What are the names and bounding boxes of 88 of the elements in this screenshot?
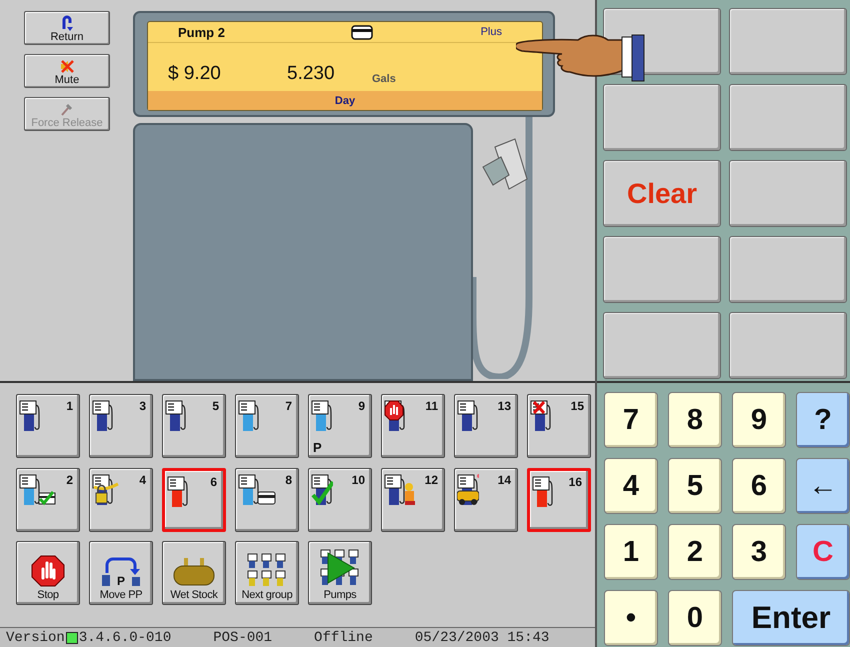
pump-number: 5 — [212, 399, 219, 413]
pump-tile[interactable]: 11 — [381, 394, 445, 458]
keypad-key[interactable]: 3 — [732, 524, 786, 580]
pump-tile[interactable]: 5 — [162, 394, 226, 458]
fuel-pump-icon — [532, 475, 554, 508]
move-button[interactable]: P Move PP — [89, 541, 153, 605]
return-arrow-icon — [60, 15, 74, 31]
fuel-pump-icon — [238, 473, 276, 506]
pump-number: 8 — [285, 473, 292, 487]
pump-tile[interactable]: 8 — [235, 468, 299, 532]
sale-amount: $ 9.20 — [168, 63, 222, 85]
keypad-key[interactable]: ← — [796, 458, 850, 514]
fuel-pump-icon — [238, 399, 260, 432]
stop-button[interactable]: Stop — [16, 541, 80, 605]
pump-tile[interactable]: 10 — [308, 468, 372, 532]
enter-key[interactable]: Enter — [732, 590, 850, 646]
fuel-grade: Plus — [480, 26, 502, 38]
fuel-pump-icon — [384, 473, 416, 506]
credit-card-icon — [351, 24, 373, 40]
pump-number: 1 — [66, 399, 73, 413]
fuel-pump-icon — [165, 399, 187, 432]
keypad-key[interactable]: 7 — [604, 392, 658, 448]
fuel-pump-icon — [19, 399, 41, 432]
pump-number: 16 — [568, 475, 582, 489]
terminal-id: POS-001 — [213, 630, 272, 646]
pump-number: 2 — [66, 473, 73, 487]
keypad-key[interactable]: 0 — [668, 590, 722, 646]
pump-number: 13 — [498, 399, 511, 413]
hammer-icon — [59, 103, 75, 117]
pump-number: 7 — [285, 399, 292, 413]
pump-tile[interactable]: 9 P — [308, 394, 372, 458]
pump-number: 14 — [498, 473, 511, 487]
version-number: 3.4.6.0-010 — [78, 630, 172, 646]
stop-hand-icon — [31, 555, 65, 587]
pump-number: 6 — [210, 475, 217, 489]
keypad-key[interactable]: 8 — [668, 392, 722, 448]
fuel-pump-icon — [384, 399, 406, 432]
pump-tile[interactable]: 4 — [89, 468, 153, 532]
volume-unit: Gals — [372, 73, 396, 85]
pump-tile[interactable]: 1 — [16, 394, 80, 458]
return-button[interactable]: Return — [24, 11, 110, 45]
pump-number: 9 — [358, 399, 365, 413]
pump-number: 3 — [139, 399, 146, 413]
status-led-icon — [66, 632, 78, 644]
fuel-pump-icon — [311, 473, 333, 506]
fuel-pump-icon — [457, 399, 479, 432]
group-button[interactable]: Next group — [235, 541, 299, 605]
pump-number: 15 — [570, 399, 584, 413]
mute-button[interactable]: Mute — [24, 54, 110, 88]
pump-number: 11 — [425, 399, 438, 413]
keypad-key[interactable]: 1 — [604, 524, 658, 580]
fuel-pump-icon — [167, 475, 189, 508]
keypad-key[interactable]: 2 — [668, 524, 722, 580]
pump-tile[interactable]: 12 — [381, 468, 445, 532]
prepay-mark: P — [313, 440, 322, 455]
speaker-crossed-icon — [59, 59, 75, 74]
keypad-key[interactable]: 5 — [668, 458, 722, 514]
pumps-button[interactable]: Pumps — [308, 541, 372, 605]
fuel-pump-icon — [457, 473, 479, 506]
keypad-key[interactable]: 9 — [732, 392, 786, 448]
fuel-pump-icon — [19, 473, 57, 506]
pump-tile[interactable]: 16 — [527, 468, 591, 532]
pump-tile[interactable]: 15 — [527, 394, 591, 458]
pump-tile[interactable]: 6 — [162, 468, 226, 532]
fuel-pump-icon — [311, 399, 333, 432]
keypad-key[interactable]: 6 — [732, 458, 786, 514]
pump-number: 12 — [424, 473, 438, 487]
pump-tile[interactable]: 2 — [16, 468, 80, 532]
pump-tile[interactable]: 3 — [89, 394, 153, 458]
pump-tile[interactable]: 7 — [235, 394, 299, 458]
keypad-key[interactable]: 4 — [604, 458, 658, 514]
keypad-key[interactable]: ? — [796, 392, 850, 448]
fuel-pump-icon — [92, 399, 114, 432]
fuel-tank-icon — [172, 557, 216, 587]
price-mode: Day — [334, 94, 356, 106]
tank-button[interactable]: Wet Stock — [162, 541, 226, 605]
keypad-key[interactable]: • — [604, 590, 658, 646]
pump-number: 10 — [352, 473, 365, 487]
version-label: Version — [6, 630, 65, 646]
pump-tile[interactable]: 13 — [454, 394, 518, 458]
fuel-pump-icon — [530, 399, 552, 432]
sale-volume: 5.230 — [287, 63, 336, 85]
pump-name: Pump 2 — [178, 24, 226, 40]
connection-status: Offline — [314, 630, 373, 646]
date-time: 05/23/2003 15:43 — [414, 630, 550, 646]
fuel-pump-icon — [92, 473, 119, 506]
pump-number: 4 — [139, 473, 146, 487]
pump-tile[interactable]: 14 — [454, 468, 518, 532]
